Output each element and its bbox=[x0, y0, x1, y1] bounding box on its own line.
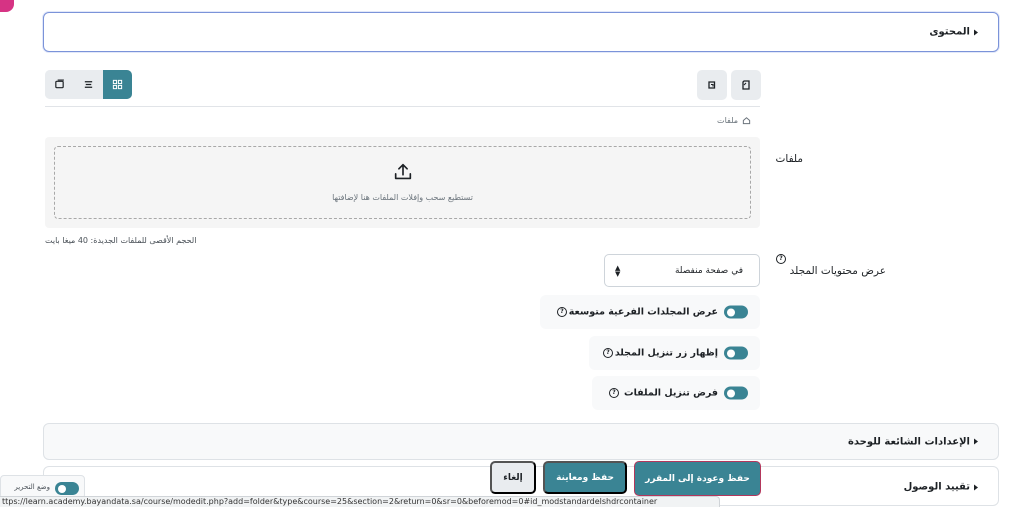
edit-mode-label: وضع التحرير bbox=[14, 483, 50, 491]
list-view-icon bbox=[84, 81, 93, 88]
save-and-display-button[interactable]: حفظ ومعاينة bbox=[543, 461, 627, 494]
path-label: ملفات bbox=[717, 116, 738, 125]
section-caret-icon bbox=[974, 484, 978, 490]
toggle-label-force-download: فرض تنزيل الملفات bbox=[624, 387, 718, 399]
add-file-icon bbox=[742, 80, 750, 90]
download-button-help-icon[interactable]: ? bbox=[603, 348, 613, 358]
filepicker-toolbar bbox=[45, 70, 761, 101]
show-expanded-help-icon[interactable]: ? bbox=[557, 307, 567, 317]
view-tree-button[interactable] bbox=[45, 70, 74, 99]
toggle-row-force-download[interactable]: فرض تنزيل الملفات ? bbox=[592, 376, 760, 410]
view-switcher bbox=[45, 70, 132, 99]
folder-refresh-icon bbox=[708, 81, 716, 89]
add-file-button[interactable] bbox=[731, 70, 761, 100]
toggle-row-show-expanded[interactable]: عرض المجلدات الفرعية متوسعة ? bbox=[540, 295, 760, 329]
toggle-switch-download-button[interactable] bbox=[724, 346, 748, 360]
upload-icon bbox=[394, 163, 411, 180]
toggle-switch-show-expanded[interactable] bbox=[724, 305, 748, 319]
section-caret-icon bbox=[974, 438, 978, 445]
cancel-button[interactable]: إلغاء bbox=[490, 461, 536, 494]
save-and-return-button[interactable]: حفظ وعودة إلى المقرر bbox=[634, 461, 761, 496]
section-content-header[interactable]: المحتوى bbox=[43, 12, 999, 52]
toggle-label-show-expanded: عرض المجلدات الفرعية متوسعة bbox=[568, 306, 718, 318]
section-caret-icon bbox=[974, 29, 978, 35]
view-icons-button[interactable] bbox=[103, 70, 132, 99]
display-field-label: عرض محتويات المجلد bbox=[789, 265, 886, 277]
display-select-value: في صفحة منفصلة bbox=[674, 265, 743, 276]
filepicker-path[interactable]: ملفات bbox=[717, 116, 751, 125]
section-content-label: المحتوى bbox=[929, 27, 978, 38]
file-dropzone[interactable]: تستطيع سحب وإفلات الملفات هنا لإضافتها bbox=[45, 137, 760, 228]
create-folder-button[interactable] bbox=[697, 70, 727, 100]
toolbar-divider bbox=[45, 106, 760, 107]
toggle-row-download-button[interactable]: إظهار زر تنزيل المجلد ? bbox=[589, 336, 760, 370]
toggle-switch-force-download[interactable] bbox=[724, 386, 748, 400]
max-file-size-note: الحجم الأقصى للملفات الجديدة: 40 ميغا با… bbox=[45, 236, 197, 245]
files-field-label: ملفات bbox=[775, 153, 804, 165]
file-view-icon bbox=[55, 79, 64, 89]
grid-view-icon bbox=[112, 79, 123, 90]
dropzone-hint: تستطيع سحب وإفلات الملفات هنا لإضافتها bbox=[332, 193, 473, 202]
section-common-settings-header[interactable]: الإعدادات الشائعة للوحدة bbox=[43, 423, 999, 460]
section-common-settings-label: الإعدادات الشائعة للوحدة bbox=[848, 436, 978, 447]
brand-corner-mark bbox=[0, 0, 14, 12]
browser-status-url: ttps://learn.academy.bayandata.sa/course… bbox=[0, 496, 720, 507]
force-download-help-icon[interactable]: ? bbox=[609, 388, 619, 398]
toggle-label-download-button: إظهار زر تنزيل المجلد bbox=[614, 347, 718, 359]
section-restrict-access-label: تقييد الوصول bbox=[904, 482, 978, 493]
display-select[interactable]: في صفحة منفصلة ▲ ▼ bbox=[604, 254, 760, 287]
view-list-button[interactable] bbox=[74, 70, 103, 99]
display-help-icon[interactable]: ? bbox=[776, 254, 786, 264]
home-folder-icon bbox=[742, 117, 751, 125]
select-arrows-icon: ▲ ▼ bbox=[615, 263, 621, 278]
edit-mode-switch[interactable] bbox=[55, 482, 79, 495]
